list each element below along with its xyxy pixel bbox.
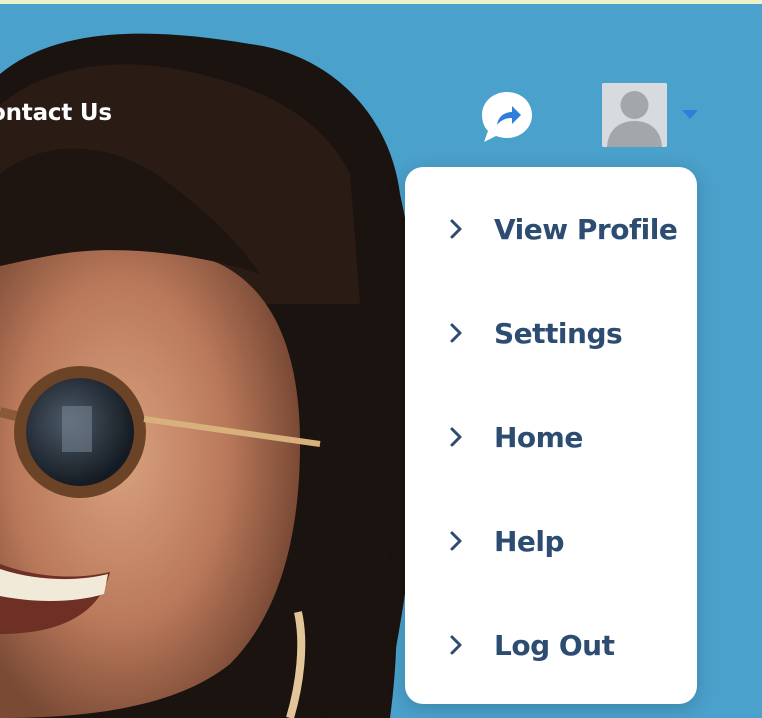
menu-item-label: View Profile bbox=[494, 213, 678, 246]
chevron-right-icon bbox=[450, 323, 462, 343]
caret-down-icon[interactable] bbox=[682, 110, 698, 119]
menu-item-help[interactable]: Help bbox=[405, 511, 697, 571]
menu-item-log-out[interactable]: Log Out bbox=[405, 615, 697, 675]
share-arrow-icon bbox=[482, 92, 532, 142]
share-button[interactable] bbox=[480, 90, 534, 144]
user-avatar-icon bbox=[602, 83, 667, 147]
chevron-right-icon bbox=[450, 531, 462, 551]
menu-item-label: Help bbox=[494, 525, 565, 558]
chevron-right-icon bbox=[450, 427, 462, 447]
chevron-right-icon bbox=[450, 635, 462, 655]
menu-item-settings[interactable]: Settings bbox=[405, 303, 697, 363]
user-dropdown-menu: View Profile Settings Home Help Log Out bbox=[405, 167, 697, 704]
chevron-right-icon bbox=[450, 219, 462, 239]
menu-item-home[interactable]: Home bbox=[405, 407, 697, 467]
user-avatar[interactable] bbox=[602, 83, 667, 147]
menu-item-label: Settings bbox=[494, 317, 623, 350]
menu-item-label: Home bbox=[494, 421, 583, 454]
menu-item-label: Log Out bbox=[494, 629, 615, 662]
nav-link-contact-us[interactable]: ontact Us bbox=[0, 100, 112, 126]
menu-item-view-profile[interactable]: View Profile bbox=[405, 199, 697, 259]
